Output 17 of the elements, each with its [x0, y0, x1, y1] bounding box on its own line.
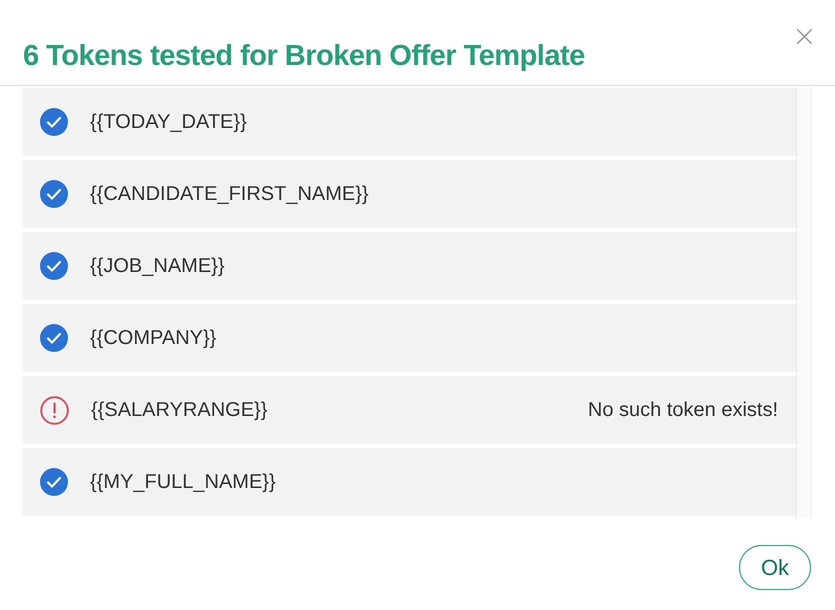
scrollbar[interactable]	[796, 88, 812, 518]
token-name: {{COMPANY}}	[90, 326, 218, 350]
ok-button[interactable]: Ok	[739, 545, 811, 590]
close-button[interactable]: ×	[792, 22, 817, 52]
check-icon	[40, 468, 68, 496]
token-name: {{TODAY_DATE}}	[90, 110, 248, 134]
error-icon	[40, 396, 69, 424]
check-icon	[40, 108, 68, 136]
check-icon	[40, 324, 68, 352]
token-name: {{MY_FULL_NAME}}	[90, 470, 277, 494]
error-message: No such token exists!	[588, 398, 778, 422]
check-icon	[40, 252, 68, 280]
token-name: {{CANDIDATE_FIRST_NAME}}	[90, 182, 370, 206]
dialog-title: 6 Tokens tested for Broken Offer Template	[23, 40, 585, 73]
check-icon	[40, 180, 68, 208]
token-name: {{SALARYRANGE}}	[91, 398, 268, 422]
token-name: {{JOB_NAME}}	[90, 254, 226, 278]
